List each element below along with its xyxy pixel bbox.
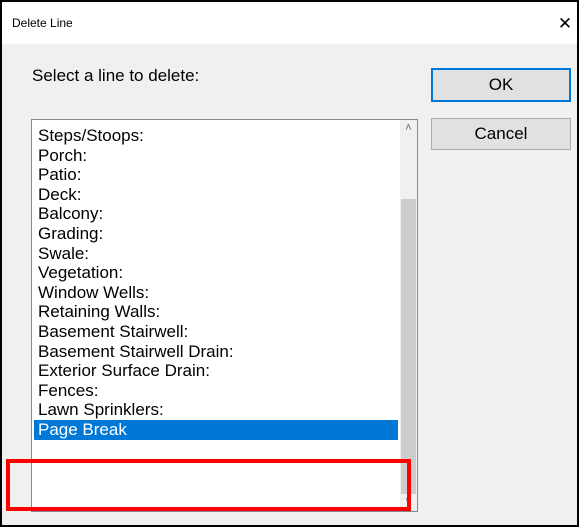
line-listbox[interactable]: Steps/Stoops: Porch: Patio: Deck: Balcon… (31, 119, 418, 512)
window-title: Delete Line (12, 16, 73, 30)
list-item[interactable]: Deck: (34, 185, 398, 205)
list-item[interactable]: Exterior Surface Drain: (34, 361, 398, 381)
scroll-up-arrow-icon[interactable]: ˄ (400, 120, 417, 137)
cancel-button[interactable]: Cancel (431, 118, 571, 150)
list-item[interactable]: Patio: (34, 165, 398, 185)
scrollbar-thumb[interactable] (401, 199, 416, 494)
list-item[interactable]: Steps/Stoops: (34, 126, 398, 146)
line-list: Steps/Stoops: Porch: Patio: Deck: Balcon… (34, 126, 398, 440)
list-item[interactable]: Basement Stairwell: (34, 322, 398, 342)
list-item[interactable]: Window Wells: (34, 283, 398, 303)
select-line-prompt: Select a line to delete: (32, 66, 200, 85)
list-item[interactable]: Vegetation: (34, 263, 398, 283)
list-item[interactable]: Fences: (34, 381, 398, 401)
list-item[interactable]: Porch: (34, 146, 398, 166)
list-item[interactable]: Lawn Sprinklers: (34, 400, 398, 420)
scroll-down-arrow-icon[interactable]: ˅ (400, 494, 417, 511)
list-item[interactable]: Retaining Walls: (34, 302, 398, 322)
list-item[interactable]: Grading: (34, 224, 398, 244)
close-icon[interactable]: ✕ (553, 10, 577, 38)
delete-line-dialog: Delete Line ✕ Select a line to delete: O… (2, 2, 577, 525)
list-item[interactable]: Swale: (34, 244, 398, 264)
list-item[interactable]: Balcony: (34, 204, 398, 224)
list-item-selected[interactable]: Page Break (34, 419, 398, 440)
title-bar: Delete Line ✕ (2, 2, 577, 44)
list-item[interactable]: Basement Stairwell Drain: (34, 342, 398, 362)
ok-button[interactable]: OK (431, 68, 571, 102)
vertical-scrollbar[interactable]: ˄ ˅ (400, 120, 417, 511)
